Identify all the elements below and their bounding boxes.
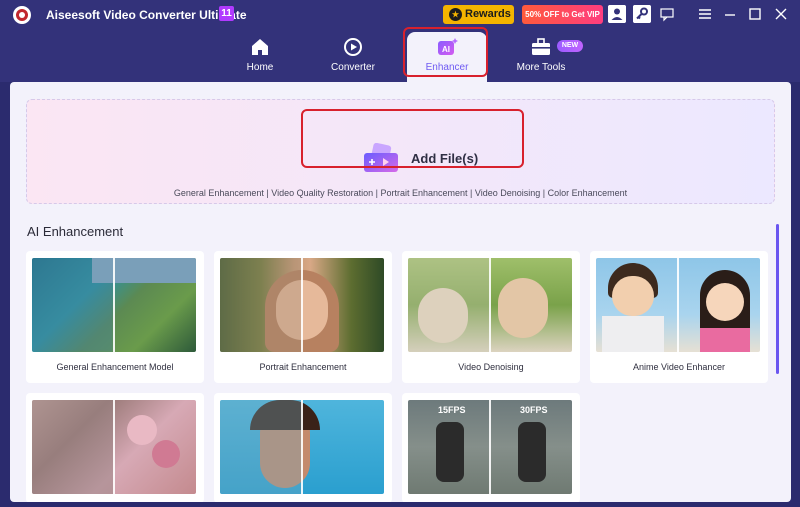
split-line xyxy=(113,258,115,352)
card-label: General Enhancement Model xyxy=(56,362,174,372)
converter-icon xyxy=(344,38,362,56)
enhancer-highlight-box xyxy=(403,27,488,77)
app-title: Aiseesoft Video Converter Ultimate xyxy=(46,8,247,22)
portrait-enhancement-thumbnail xyxy=(220,258,384,352)
tab-converter[interactable]: Converter xyxy=(325,30,381,82)
tab-more-tools[interactable]: More Tools xyxy=(510,30,572,82)
split-line xyxy=(301,400,303,494)
rewards-label: Rewards xyxy=(465,8,511,20)
menu-icon[interactable] xyxy=(697,6,713,22)
close-icon[interactable] xyxy=(773,6,789,22)
title-bar: Aiseesoft Video Converter Ultimate 11 ★ … xyxy=(0,0,800,30)
quality-restoration-thumbnail xyxy=(220,400,384,494)
tab-converter-label: Converter xyxy=(331,62,375,73)
card-portrait-enhancement[interactable]: Portrait Enhancement xyxy=(214,251,392,383)
card-video-denoising[interactable]: Video Denoising xyxy=(402,251,580,383)
card-general-enhancement[interactable]: General Enhancement Model xyxy=(26,251,204,383)
color-enhancement-thumbnail xyxy=(32,400,196,494)
card-label: Video Denoising xyxy=(458,362,524,372)
scrollbar-thumb[interactable] xyxy=(776,224,779,374)
minimize-icon[interactable] xyxy=(722,6,738,22)
split-line xyxy=(489,400,491,494)
video-denoising-thumbnail xyxy=(408,258,572,352)
general-enhancement-thumbnail xyxy=(32,258,196,352)
toolbox-icon xyxy=(532,38,550,55)
key-icon[interactable] xyxy=(633,5,651,23)
split-line xyxy=(677,258,679,352)
main-nav: Home Converter AI Enhancer More Tools NE… xyxy=(0,30,800,82)
frame-interpolation-thumbnail: 15FPS 30FPS xyxy=(408,400,572,494)
fps-left-label: 15FPS xyxy=(438,405,466,415)
add-files-highlight-box xyxy=(301,109,524,168)
tab-home-label: Home xyxy=(246,62,274,73)
vip-promo-button[interactable]: 50% OFF to Get VIP xyxy=(522,5,603,24)
card-label: Anime Video Enhancer xyxy=(633,362,725,372)
enhancement-types-text: General Enhancement | Video Quality Rest… xyxy=(173,188,628,198)
card-frame-interpolation[interactable]: 15FPS 30FPS xyxy=(402,393,580,502)
version-badge: 11 xyxy=(219,6,234,21)
coin-icon: ★ xyxy=(449,8,462,21)
maximize-icon[interactable] xyxy=(747,6,763,22)
split-line xyxy=(113,400,115,494)
card-anime-enhancer[interactable]: Anime Video Enhancer xyxy=(590,251,768,383)
anime-enhancer-thumbnail xyxy=(596,258,760,352)
new-badge: NEW xyxy=(557,40,583,52)
chat-icon[interactable] xyxy=(659,6,675,22)
split-line xyxy=(489,258,491,352)
tab-more-tools-label: More Tools xyxy=(516,62,566,73)
home-icon xyxy=(252,39,268,55)
app-logo-icon xyxy=(13,6,31,24)
split-line xyxy=(301,258,303,352)
section-title: AI Enhancement xyxy=(27,224,124,239)
card-color-enhancement[interactable] xyxy=(26,393,204,502)
fps-right-label: 30FPS xyxy=(520,405,548,415)
tab-home[interactable]: Home xyxy=(232,30,288,82)
card-quality-restoration[interactable] xyxy=(214,393,392,502)
card-label: Portrait Enhancement xyxy=(259,362,347,372)
user-icon[interactable] xyxy=(608,5,626,23)
rewards-button[interactable]: ★ Rewards xyxy=(443,5,514,24)
